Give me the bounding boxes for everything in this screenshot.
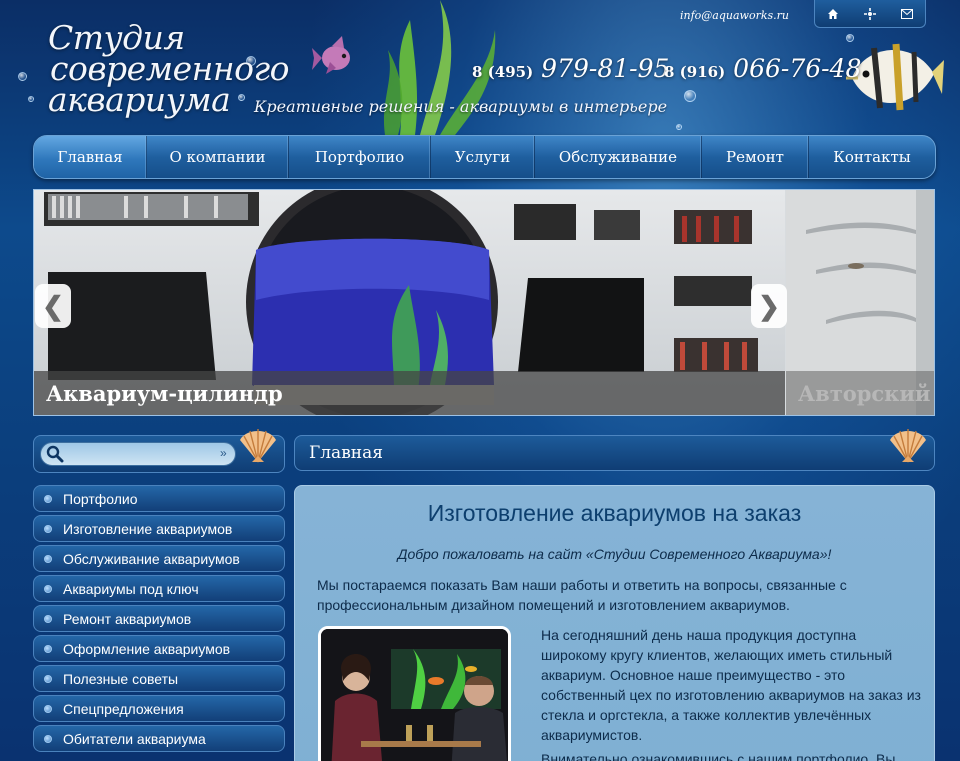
- sidebar-item-label: Ремонт аквариумов: [63, 610, 192, 627]
- search-submit-button[interactable]: »: [220, 446, 227, 460]
- sidebar-item-label: Обслуживание аквариумов: [63, 550, 240, 567]
- sidebar-item-turnkey[interactable]: Аквариумы под ключ: [33, 575, 285, 602]
- phone-number-1: 8 (495) 979-81-95: [472, 54, 669, 83]
- slide-caption: Авторский д: [786, 371, 934, 415]
- restaurant-photo: [321, 629, 508, 761]
- welcome-text: Добро пожаловать на сайт «Студии Совреме…: [397, 546, 832, 562]
- nav-item-contacts[interactable]: Контакты: [809, 136, 935, 178]
- bubble-decoration: [28, 96, 34, 102]
- sidebar-item-manufacturing[interactable]: Изготовление аквариумов: [33, 515, 285, 542]
- sidebar-item-inhabitants[interactable]: Обитатели аквариума: [33, 725, 285, 752]
- sidebar-item-label: Оформление аквариумов: [63, 640, 231, 657]
- bullet-icon: [44, 674, 52, 683]
- portfolio-paragraph: Внимательно ознакомившись с нашим портфо…: [541, 751, 896, 761]
- restaurant-aquarium-photo[interactable]: [318, 626, 511, 761]
- nav-item-services[interactable]: Услуги: [431, 136, 535, 178]
- sidebar-item-maintenance[interactable]: Обслуживание аквариумов: [33, 545, 285, 572]
- site-header: Студия современного аквариума Креативные…: [0, 0, 960, 135]
- mail-icon[interactable]: [899, 6, 915, 22]
- bullet-icon: [44, 554, 52, 563]
- main-content: Изготовление аквариумов на заказ Добро п…: [294, 485, 935, 761]
- top-icon-bar: [814, 0, 926, 28]
- phone-code: 8 (495): [472, 63, 534, 81]
- bubble-decoration: [18, 72, 27, 81]
- search-input[interactable]: [40, 442, 236, 466]
- email-link[interactable]: info@aquaworks.ru: [680, 9, 789, 22]
- bullet-icon: [44, 494, 52, 503]
- phone-digits: 979-81-95: [541, 54, 670, 83]
- logo-line: аквариума: [48, 80, 231, 119]
- main-nav: Главная О компании Портфолио Услуги Обсл…: [33, 135, 936, 179]
- slide-next[interactable]: Авторский д: [786, 190, 934, 415]
- sidebar-item-label: Обитатели аквариума: [63, 730, 206, 747]
- slide-current[interactable]: Аквариум-цилиндр: [34, 190, 785, 415]
- nav-item-maintenance[interactable]: Обслуживание: [535, 136, 702, 178]
- nav-item-about[interactable]: О компании: [147, 136, 289, 178]
- phone-number-2: 8 (916) 066-76-48: [664, 54, 861, 83]
- search-icon[interactable]: [46, 445, 64, 463]
- content-breadcrumb: Главная: [294, 435, 935, 471]
- bullet-icon: [44, 524, 52, 533]
- home-icon[interactable]: [825, 6, 841, 22]
- page-title: Изготовление аквариумов на заказ: [427, 500, 802, 526]
- nav-item-home[interactable]: Главная: [34, 136, 147, 178]
- bullet-icon: [44, 614, 52, 623]
- bullet-icon: [44, 644, 52, 653]
- bullet-icon: [44, 584, 52, 593]
- nav-item-portfolio[interactable]: Портфолио: [289, 136, 431, 178]
- sidebar-menu: Портфолио Изготовление аквариумов Обслуж…: [33, 485, 285, 755]
- sidebar-item-label: Аквариумы под ключ: [63, 580, 199, 597]
- sidebar-item-special-offers[interactable]: Спецпредложения: [33, 695, 285, 722]
- sidebar-item-label: Спецпредложения: [63, 700, 184, 717]
- sidebar-item-tips[interactable]: Полезные советы: [33, 665, 285, 692]
- intro-paragraph: Мы постараемся показать Вам наши работы …: [317, 577, 847, 613]
- sitemap-icon[interactable]: [862, 6, 878, 22]
- nav-item-repair[interactable]: Ремонт: [702, 136, 809, 178]
- production-paragraph: На сегодняшний день наша продукция досту…: [541, 627, 921, 743]
- bubble-decoration: [676, 124, 682, 130]
- seashell-icon: [240, 429, 276, 463]
- sidebar-item-label: Изготовление аквариумов: [63, 520, 233, 537]
- sidebar-item-decoration[interactable]: Оформление аквариумов: [33, 635, 285, 662]
- sidebar-item-label: Портфолио: [63, 490, 138, 507]
- site-tagline: Креативные решения - аквариумы в интерье…: [254, 97, 668, 116]
- slide-caption: Аквариум-цилиндр: [34, 371, 785, 415]
- slider-prev-button[interactable]: ❮: [35, 284, 71, 328]
- sidebar-item-portfolio[interactable]: Портфолио: [33, 485, 285, 512]
- phone-digits: 066-76-48: [733, 54, 862, 83]
- pink-fish-icon: [312, 36, 350, 74]
- sidebar-item-label: Полезные советы: [63, 670, 179, 687]
- seashell-icon: [890, 429, 926, 463]
- phone-code: 8 (916): [664, 63, 726, 81]
- sidebar-item-repair[interactable]: Ремонт аквариумов: [33, 605, 285, 632]
- slider-next-button[interactable]: ❯: [751, 284, 787, 328]
- bubble-decoration: [684, 90, 696, 102]
- bullet-icon: [44, 704, 52, 713]
- bullet-icon: [44, 734, 52, 743]
- site-logo[interactable]: Студия современного аквариума: [48, 21, 290, 119]
- image-slider: Аквариум-цилиндр Авторский д ❮ ❯: [33, 189, 935, 416]
